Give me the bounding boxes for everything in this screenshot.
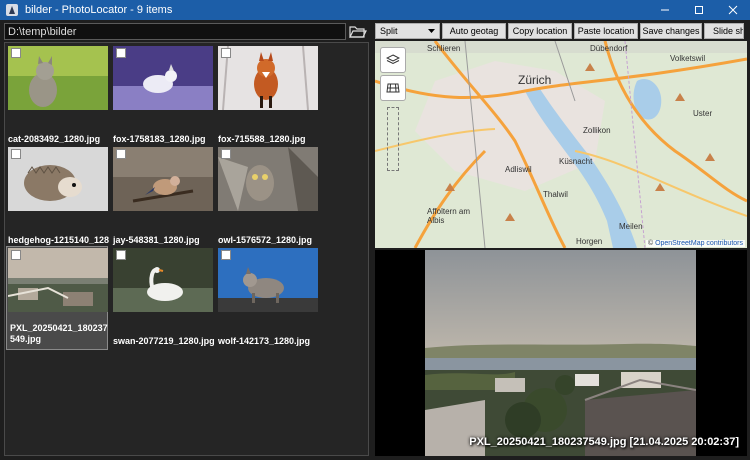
select-checkbox[interactable] xyxy=(11,48,21,58)
thumbnail-item[interactable]: cat-2083492_1280.jpg xyxy=(8,46,110,146)
auto-geotag-button[interactable]: Auto geotag xyxy=(442,23,506,39)
map-layers-button[interactable] xyxy=(380,47,406,73)
map-attribution: © OpenStreetMap contributors xyxy=(645,240,745,247)
thumbnail-filename: PXL_20250421_180237549.jpg xyxy=(10,323,108,344)
thumbnail-item[interactable]: fox-715588_1280.jpg xyxy=(218,46,320,146)
zoom-slider[interactable] xyxy=(387,107,399,171)
thumbnail-item[interactable]: fox-1758183_1280.jpg xyxy=(113,46,215,146)
map-label: Uster xyxy=(693,109,713,118)
toolbar: Split Auto geotag Copy location Paste lo… xyxy=(375,23,744,39)
preview-caption: PXL_20250421_180237549.jpg [21.04.2025 2… xyxy=(469,436,739,448)
slide-show-button[interactable]: Slide sho xyxy=(704,23,744,39)
thumbnail-item[interactable]: wolf-142173_1280.jpg xyxy=(218,248,320,348)
view-mode-select[interactable]: Split xyxy=(375,23,440,39)
thumbnail-filename: owl-1576572_1280.jpg xyxy=(218,235,313,245)
map-label: Zürich xyxy=(518,73,552,87)
thumbnail-item-selected[interactable]: PXL_20250421_180237549.jpg xyxy=(6,246,108,350)
preview-photo xyxy=(425,250,696,456)
view-mode-value: Split xyxy=(380,26,398,36)
map-label: Dübendorf xyxy=(590,44,628,53)
layers-icon xyxy=(386,54,400,65)
thumbnail-image xyxy=(113,147,213,211)
thumbnail-item[interactable]: swan-2077219_1280.jpg xyxy=(113,248,215,348)
attribution-link[interactable]: OpenStreetMap contributors xyxy=(655,240,743,247)
select-checkbox[interactable] xyxy=(116,250,126,260)
thumbnail-image xyxy=(8,147,108,211)
title-bar: bilder - PhotoLocator - 9 items xyxy=(0,0,750,20)
thumbnail-item[interactable]: hedgehog-1215140_1280.jpg xyxy=(8,147,110,256)
select-checkbox[interactable] xyxy=(11,149,21,159)
save-changes-button[interactable]: Save changes xyxy=(640,23,702,39)
map-label: Affoltern am Albis xyxy=(427,207,470,225)
close-button[interactable] xyxy=(716,0,750,20)
map-label: Thalwil xyxy=(543,190,568,199)
map-label: Schlieren xyxy=(427,44,461,53)
map-label: Adliswil xyxy=(505,165,532,174)
thumbnail-filename: fox-715588_1280.jpg xyxy=(218,134,306,144)
select-checkbox[interactable] xyxy=(221,149,231,159)
open-folder-button[interactable] xyxy=(348,22,368,41)
grid-icon xyxy=(386,83,400,93)
map-label: Meilen xyxy=(619,222,643,231)
paste-location-button[interactable]: Paste location xyxy=(574,23,638,39)
map-grid-button[interactable] xyxy=(380,75,406,101)
thumbnail-filename: wolf-142173_1280.jpg xyxy=(218,336,311,346)
map-label: Zollikon xyxy=(583,126,611,135)
thumbnail-filename: jay-548381_1280.jpg xyxy=(113,235,200,245)
thumbnail-image xyxy=(8,46,108,110)
thumbnail-item[interactable]: jay-548381_1280.jpg xyxy=(113,147,215,247)
chevron-down-icon xyxy=(428,28,435,33)
minimize-icon xyxy=(661,9,669,11)
select-checkbox[interactable] xyxy=(221,250,231,260)
minimize-button[interactable] xyxy=(648,0,682,20)
select-checkbox[interactable] xyxy=(116,149,126,159)
image-preview: PXL_20250421_180237549.jpg [21.04.2025 2… xyxy=(375,250,747,456)
thumbnail-filename: cat-2083492_1280.jpg xyxy=(8,134,101,144)
attribution-prefix: © xyxy=(647,240,656,247)
map-label: Volketswil xyxy=(670,54,706,63)
thumbnail-gallery[interactable]: cat-2083492_1280.jpg fox-1758183_1280.jp… xyxy=(4,42,369,456)
maximize-icon xyxy=(695,6,703,14)
window-title: bilder - PhotoLocator - 9 items xyxy=(25,4,173,16)
select-checkbox[interactable] xyxy=(116,48,126,58)
close-icon xyxy=(728,5,738,15)
select-checkbox[interactable] xyxy=(221,48,231,58)
thumbnail-filename: swan-2077219_1280.jpg xyxy=(113,336,215,346)
copy-location-button[interactable]: Copy location xyxy=(508,23,572,39)
map-view[interactable]: Schlieren Dübendorf Volketswil Zürich Zo… xyxy=(375,41,747,248)
thumbnail-image xyxy=(113,248,213,312)
map-label: Küsnacht xyxy=(559,157,593,166)
thumbnail-image xyxy=(218,248,318,312)
thumbnail-image xyxy=(218,46,318,110)
select-checkbox[interactable] xyxy=(11,250,21,260)
folder-path-input[interactable] xyxy=(4,23,346,40)
maximize-button[interactable] xyxy=(682,0,716,20)
thumbnail-item[interactable]: owl-1576572_1280.jpg xyxy=(218,147,320,247)
thumbnail-image xyxy=(218,147,318,211)
folder-open-icon xyxy=(349,25,367,38)
app-icon xyxy=(6,4,18,16)
thumbnail-image xyxy=(113,46,213,110)
map-label: Horgen xyxy=(576,237,603,246)
thumbnail-filename: fox-1758183_1280.jpg xyxy=(113,134,206,144)
thumbnail-image xyxy=(8,248,108,312)
